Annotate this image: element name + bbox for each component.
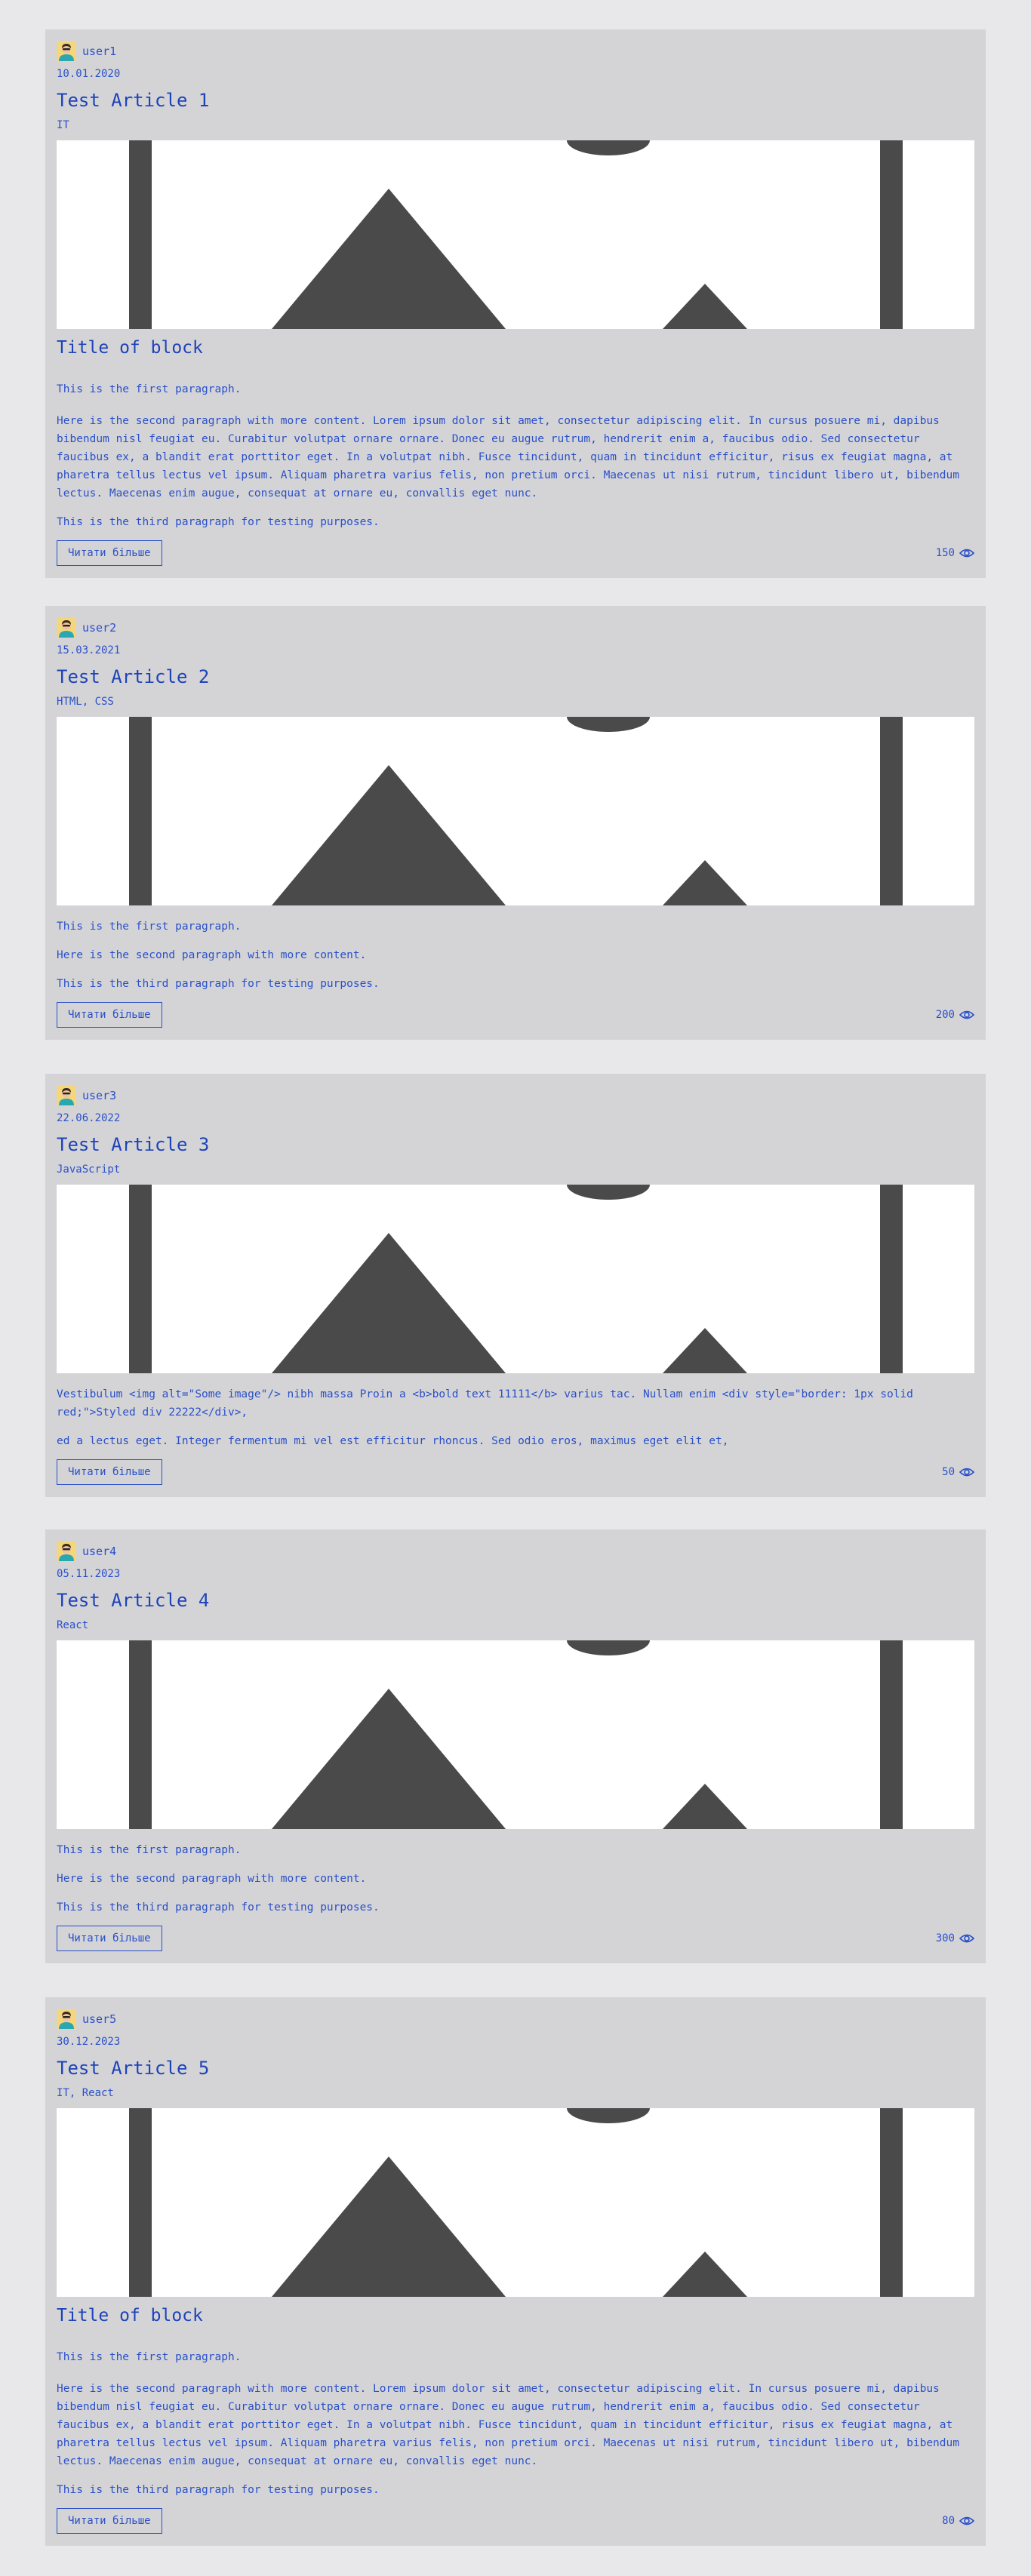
paragraph: This is the first paragraph. [57,383,242,395]
views-value: 150 [935,547,955,559]
article-card: user4 05.11.2023 Test Article 4 React Th… [45,1529,986,1963]
read-more-button[interactable]: Читати більше [57,1459,162,1485]
views-value: 200 [935,1009,955,1021]
read-more-button[interactable]: Читати більше [57,540,162,566]
card-footer: Читати більше 200 [57,1002,974,1028]
eye-icon [959,548,974,558]
avatar-icon [57,2009,76,2029]
avatar-icon [57,1542,76,1561]
author-row: user1 [57,41,974,61]
block-title: Title of block [57,2306,203,2325]
article-cover-image [57,717,974,905]
article-title: Test Article 5 [57,2058,210,2079]
read-more-button[interactable]: Читати більше [57,1926,162,1951]
article-date: 10.01.2020 [57,68,121,80]
eye-icon [959,1933,974,1944]
article-title: Test Article 2 [57,666,210,687]
card-footer: Читати більше 80 [57,2508,974,2534]
read-more-button[interactable]: Читати більше [57,2508,162,2534]
eye-icon [959,2516,974,2526]
view-count: 150 [936,547,974,559]
avatar-icon [57,41,76,61]
view-count: 50 [942,1466,974,1478]
author-name[interactable]: user4 [82,1545,116,1558]
article-title: Test Article 3 [57,1134,210,1155]
avatar-icon [57,1086,76,1105]
views-value: 50 [942,1466,955,1478]
article-card: user2 15.03.2021 Test Article 2 HTML, CS… [45,606,986,1040]
article-card: user5 30.12.2023 Test Article 5 IT, Reac… [45,1997,986,2546]
paragraph: Here is the second paragraph with more c… [57,415,959,500]
article-date: 15.03.2021 [57,644,121,656]
article-cover-image [57,1640,974,1829]
author-row: user5 [57,2009,974,2029]
paragraph: This is the third paragraph for testing … [57,1901,380,1914]
paragraph: Here is the second paragraph with more c… [57,949,367,961]
paragraph: Here is the second paragraph with more c… [57,2383,959,2467]
article-title: Test Article 1 [57,90,210,111]
block-title: Title of block [57,338,203,358]
card-footer: Читати більше 50 [57,1459,974,1485]
article-tags: React [57,1619,89,1631]
view-count: 200 [936,1009,974,1021]
card-footer: Читати більше 150 [57,540,974,566]
author-name[interactable]: user1 [82,45,116,58]
article-date: 30.12.2023 [57,2036,121,2048]
paragraph: This is the third paragraph for testing … [57,2484,380,2496]
paragraph: This is the first paragraph. [57,2351,242,2363]
card-footer: Читати більше 300 [57,1926,974,1951]
view-count: 300 [936,1932,974,1944]
view-count: 80 [942,2515,974,2527]
article-tags: IT, React [57,2087,114,2099]
article-card: user1 10.01.2020 Test Article 1 IT Title… [45,29,986,578]
article-card: user3 22.06.2022 Test Article 3 JavaScri… [45,1074,986,1497]
article-cover-image [57,1185,974,1373]
paragraph: Here is the second paragraph with more c… [57,1873,367,1885]
author-row: user2 [57,618,974,638]
article-tags: JavaScript [57,1164,121,1176]
avatar-icon [57,618,76,638]
author-name[interactable]: user2 [82,621,116,635]
article-cover-image [57,140,974,329]
paragraph: This is the third paragraph for testing … [57,978,380,990]
author-name[interactable]: user5 [82,2012,116,2026]
article-date: 05.11.2023 [57,1568,121,1580]
read-more-button[interactable]: Читати більше [57,1002,162,1028]
views-value: 80 [942,2515,955,2527]
eye-icon [959,1467,974,1477]
paragraph: This is the third paragraph for testing … [57,516,380,528]
paragraph: This is the first paragraph. [57,921,242,933]
article-feed: user1 10.01.2020 Test Article 1 IT Title… [0,0,1031,2576]
article-title: Test Article 4 [57,1590,210,1611]
article-tags: IT [57,119,69,131]
paragraph: This is the first paragraph. [57,1844,242,1856]
article-cover-image [57,2108,974,2297]
author-row: user3 [57,1086,974,1105]
eye-icon [959,1010,974,1020]
author-row: user4 [57,1542,974,1561]
article-tags: HTML, CSS [57,696,114,708]
paragraph: Vestibulum <img alt="Some image"/> nibh … [57,1388,913,1419]
paragraph: ed a lectus eget. Integer fermentum mi v… [57,1435,729,1447]
views-value: 300 [935,1932,955,1944]
article-date: 22.06.2022 [57,1112,121,1124]
author-name[interactable]: user3 [82,1089,116,1102]
